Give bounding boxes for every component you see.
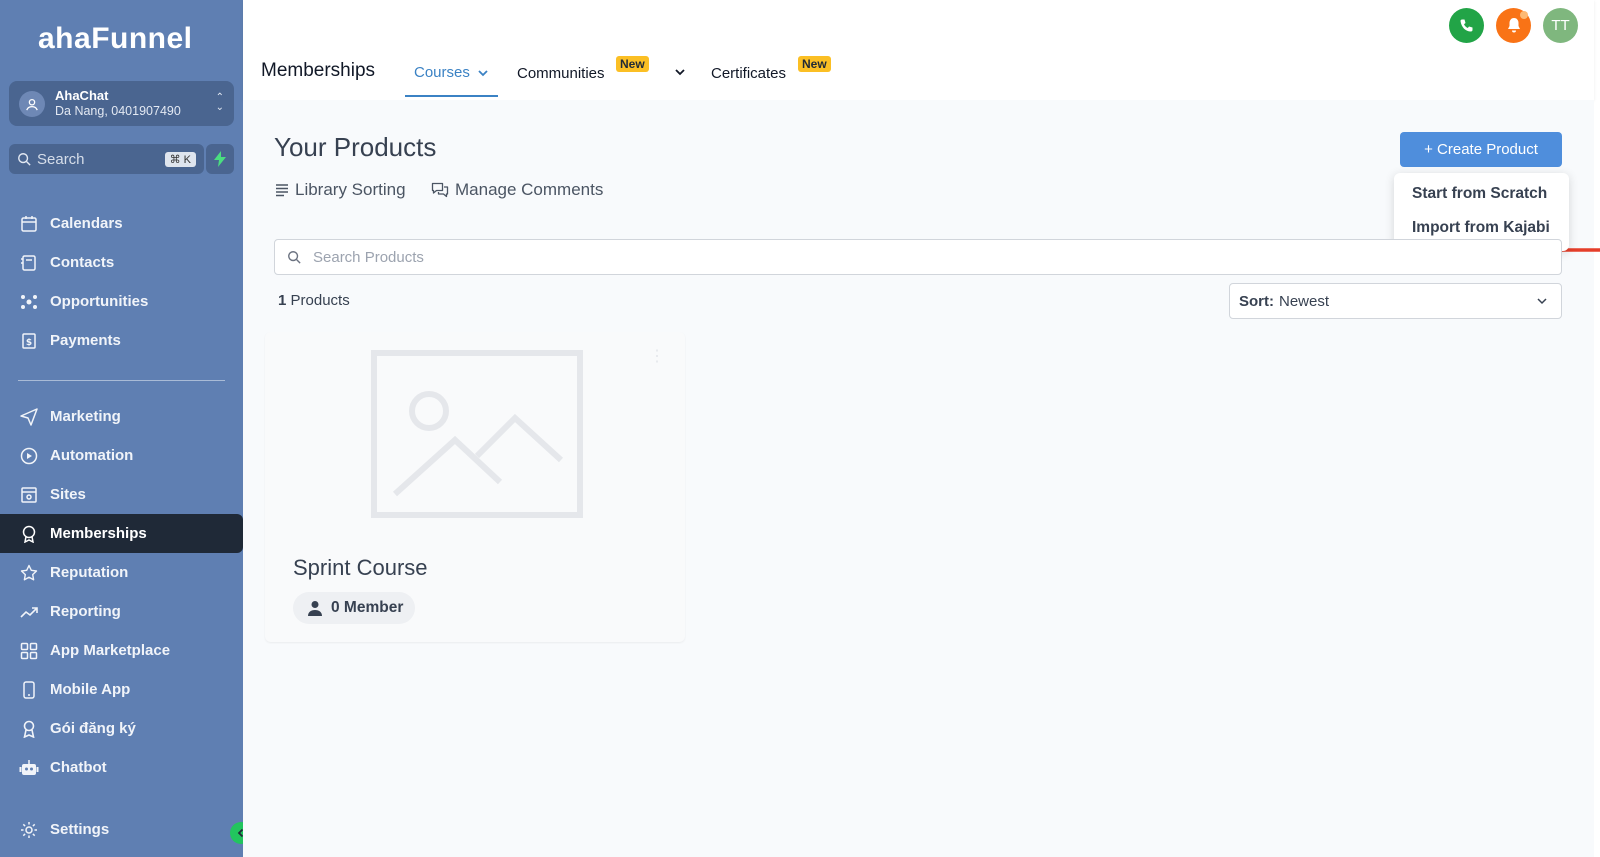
sidebar-item-reporting[interactable]: Reporting bbox=[0, 592, 243, 631]
account-location: Da Nang, 0401907490 bbox=[55, 104, 181, 118]
sidebar-search[interactable]: Search ⌘ K bbox=[9, 144, 204, 174]
account-switcher[interactable]: AhaChat Da Nang, 0401907490 ⌃ ⌄ bbox=[9, 81, 234, 126]
sidebar-item-chatbot[interactable]: Chatbot bbox=[0, 748, 243, 787]
tabs-more-dropdown[interactable] bbox=[674, 66, 686, 78]
quick-action-button[interactable] bbox=[206, 144, 234, 174]
new-badge-communities: New bbox=[616, 56, 649, 72]
grid-icon bbox=[19, 641, 39, 661]
bolt-icon bbox=[214, 151, 226, 167]
search-products-placeholder: Search Products bbox=[313, 248, 424, 266]
import-from-kajabi-option[interactable]: Import from Kajabi bbox=[1412, 219, 1550, 237]
member-count-badge: 0 Member bbox=[293, 592, 416, 624]
sidebar-item-reputation[interactable]: Reputation bbox=[0, 553, 243, 592]
sidebar-item-mobile-app[interactable]: Mobile App bbox=[0, 670, 243, 709]
active-tab-indicator bbox=[405, 95, 498, 97]
payments-icon: $ bbox=[19, 331, 39, 351]
send-icon bbox=[19, 407, 39, 427]
sidebar-item-payments[interactable]: $ Payments bbox=[0, 321, 243, 360]
user-icon bbox=[26, 98, 38, 110]
sidebar-item-goi-dang-ky[interactable]: Gói đăng ký bbox=[0, 709, 243, 748]
sidebar-item-settings[interactable]: Settings bbox=[0, 810, 243, 849]
user-avatar[interactable]: TT bbox=[1543, 8, 1578, 43]
svg-text:$: $ bbox=[26, 338, 32, 348]
sidebar-item-memberships[interactable]: Memberships bbox=[0, 514, 243, 553]
gear-icon bbox=[19, 820, 39, 840]
sidebar-item-marketing[interactable]: Marketing bbox=[0, 397, 243, 436]
sites-icon bbox=[19, 485, 39, 505]
sidebar-item-sites[interactable]: Sites bbox=[0, 475, 243, 514]
create-product-button[interactable]: + Create Product bbox=[1400, 132, 1562, 167]
bell-icon bbox=[1507, 18, 1520, 33]
automation-icon bbox=[19, 446, 39, 466]
calendar-icon bbox=[19, 214, 39, 234]
main-content: Your Products Library Sorting Manage Com… bbox=[243, 100, 1600, 857]
contacts-icon bbox=[19, 253, 39, 273]
trend-icon bbox=[19, 602, 39, 622]
search-icon bbox=[18, 153, 31, 166]
sidebar: ahaFunnel AhaChat Da Nang, 0401907490 ⌃ ⌄… bbox=[0, 0, 252, 857]
sidebar-item-calendars[interactable]: Calendars bbox=[0, 204, 243, 243]
product-image-placeholder bbox=[371, 350, 583, 518]
page-title: Memberships bbox=[261, 60, 376, 81]
chevron-down-icon bbox=[478, 69, 488, 76]
sidebar-item-app-marketplace[interactable]: App Marketplace bbox=[0, 631, 243, 670]
top-header: Memberships Courses Communities New Cert… bbox=[243, 0, 1594, 100]
library-sorting-link[interactable]: Library Sorting bbox=[275, 180, 406, 200]
person-icon bbox=[308, 601, 322, 616]
product-title[interactable]: Sprint Course bbox=[293, 555, 428, 581]
sidebar-item-contacts[interactable]: Contacts bbox=[0, 243, 243, 282]
search-products-input[interactable]: Search Products bbox=[274, 239, 1562, 275]
products-heading: Your Products bbox=[274, 132, 437, 162]
tab-certificates[interactable]: Certificates bbox=[711, 65, 786, 82]
search-shortcut: ⌘ K bbox=[164, 151, 196, 167]
chevron-down-icon bbox=[675, 69, 685, 76]
search-icon bbox=[288, 251, 301, 264]
notifications-button[interactable] bbox=[1496, 8, 1531, 43]
account-name: AhaChat bbox=[55, 88, 109, 103]
comments-icon bbox=[431, 182, 449, 198]
phone-icon bbox=[1460, 19, 1472, 31]
robot-icon bbox=[19, 758, 39, 778]
sidebar-search-placeholder: Search bbox=[37, 150, 85, 168]
tab-communities[interactable]: Communities bbox=[517, 65, 605, 82]
star-icon bbox=[19, 563, 39, 583]
sort-select[interactable]: Sort: Newest bbox=[1229, 283, 1562, 319]
badge-icon bbox=[19, 524, 39, 544]
tab-courses[interactable]: Courses bbox=[414, 64, 489, 81]
sidebar-item-automation[interactable]: Automation bbox=[0, 436, 243, 475]
brand-logo[interactable]: ahaFunnel bbox=[38, 22, 193, 56]
account-avatar bbox=[19, 90, 45, 117]
opportunities-icon bbox=[19, 292, 39, 312]
phone-button[interactable] bbox=[1449, 8, 1484, 43]
list-icon bbox=[276, 184, 288, 197]
chevron-down-icon bbox=[1537, 298, 1547, 305]
image-placeholder-icon bbox=[392, 391, 564, 497]
card-menu-icon[interactable]: ⋮ bbox=[649, 346, 665, 366]
ribbon-icon bbox=[19, 719, 39, 739]
sidebar-item-opportunities[interactable]: Opportunities bbox=[0, 282, 243, 321]
start-from-scratch-option[interactable]: Start from Scratch bbox=[1412, 185, 1547, 203]
notification-dot bbox=[1520, 11, 1528, 19]
product-card[interactable]: ⋮ Sprint Course 0 Member bbox=[265, 332, 685, 642]
sidebar-divider bbox=[18, 380, 225, 381]
manage-comments-link[interactable]: Manage Comments bbox=[431, 180, 603, 200]
new-badge-certificates: New bbox=[798, 56, 831, 72]
products-count: 1 Products bbox=[278, 292, 350, 309]
mobile-icon bbox=[19, 680, 39, 700]
chevron-updown-icon: ⌃ ⌄ bbox=[215, 92, 224, 113]
